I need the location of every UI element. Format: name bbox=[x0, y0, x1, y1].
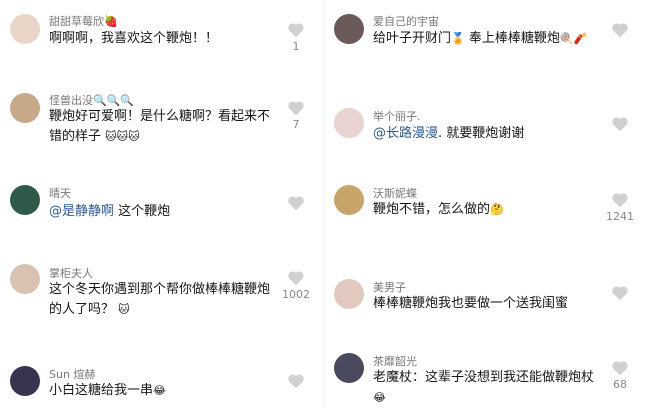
comment-username[interactable]: 甜甜草莓欣🍓 bbox=[49, 13, 118, 29]
emoji-sticker: 🤔 bbox=[490, 202, 504, 216]
like-button[interactable]: 1002 bbox=[281, 270, 311, 301]
emoji-sticker: 🐱🐱🐱 bbox=[105, 129, 140, 143]
comment-username[interactable]: 晴天 bbox=[49, 185, 71, 201]
like-button[interactable] bbox=[605, 285, 635, 303]
heart-outline-icon bbox=[288, 23, 304, 38]
comment-column-left: 甜甜草莓欣🍓 啊啊啊，我喜欢这个鞭炮！！ 1 怪兽出没🔍🔍🔍 鞭炮好可爱啊！是什… bbox=[0, 0, 323, 405]
emoji-sticker: 🐱 bbox=[118, 302, 130, 316]
avatar[interactable] bbox=[10, 185, 40, 215]
heart-outline-icon bbox=[612, 286, 628, 301]
heart-outline-icon bbox=[288, 374, 304, 389]
heart-outline-icon bbox=[288, 101, 304, 116]
emoji-sticker: 🍭🧨 bbox=[559, 31, 588, 45]
like-count: 1002 bbox=[282, 288, 310, 301]
avatar[interactable] bbox=[334, 185, 364, 215]
heart-outline-icon bbox=[288, 196, 304, 211]
avatar[interactable] bbox=[10, 366, 40, 396]
comment-username[interactable]: 茶靡韶光 bbox=[373, 353, 417, 369]
avatar[interactable] bbox=[10, 264, 40, 294]
emoji-sticker: 😂 bbox=[373, 390, 386, 404]
like-count: 7 bbox=[292, 118, 300, 131]
comment-username[interactable]: 爱自己的宇宙 bbox=[373, 13, 439, 29]
avatar[interactable] bbox=[334, 14, 364, 44]
comment-text: 小白这糖给我一串😂 bbox=[49, 383, 166, 398]
emoji-sticker: 🏅 bbox=[451, 31, 465, 45]
like-count: 68 bbox=[613, 378, 627, 391]
comment-username[interactable]: 沃斯妮蝶 bbox=[373, 185, 417, 201]
comment-text: 鞭炮不错，怎么做的🤔 bbox=[373, 202, 504, 217]
comment-username[interactable]: 美男子 bbox=[373, 279, 406, 295]
like-button[interactable]: 7 bbox=[281, 100, 311, 131]
like-button[interactable]: 68 bbox=[605, 360, 635, 391]
heart-outline-icon bbox=[612, 361, 628, 376]
comment-text: 老魔杖：这辈子没想到我还能做鞭炮杖 😂 bbox=[373, 370, 595, 404]
avatar[interactable] bbox=[334, 108, 364, 138]
comment-text: 这个冬天你遇到那个帮你做棒棒糖鞭炮的人了吗？ 🐱 bbox=[49, 282, 271, 317]
heart-outline-icon bbox=[288, 271, 304, 286]
comment-text: 给叶子开财门🏅 奉上棒棒糖鞭炮🍭🧨 bbox=[373, 31, 588, 46]
mention-link[interactable]: @是静静啊 bbox=[49, 204, 114, 219]
comment-text: @是静静啊 这个鞭炮 bbox=[49, 204, 171, 219]
like-button[interactable]: 1241 bbox=[605, 192, 635, 223]
like-count: 1241 bbox=[606, 210, 634, 223]
comment-text: 鞭炮好可爱啊！是什么糖啊？看起来不错的样子 🐱🐱🐱 bbox=[49, 109, 271, 144]
comment-username[interactable]: 怪兽出没🔍🔍🔍 bbox=[49, 92, 134, 108]
heart-outline-icon bbox=[612, 193, 628, 208]
heart-outline-icon bbox=[612, 23, 628, 38]
avatar[interactable] bbox=[10, 14, 40, 44]
comment-username[interactable]: 掌柜夫人 bbox=[49, 265, 93, 281]
avatar[interactable] bbox=[10, 93, 40, 123]
like-count: 1 bbox=[292, 40, 300, 53]
heart-outline-icon bbox=[612, 117, 628, 132]
comment-text: 棒棒糖鞭炮我也要做一个送我闺蜜 bbox=[373, 296, 569, 311]
mention-link[interactable]: @长路漫漫 bbox=[373, 126, 438, 141]
avatar[interactable] bbox=[334, 279, 364, 309]
comment-username[interactable]: Sun 煊赫 bbox=[49, 366, 95, 382]
comment-text: @长路漫漫. 就要鞭炮谢谢 bbox=[373, 126, 525, 141]
like-button[interactable]: 1 bbox=[281, 22, 311, 53]
emoji-sticker: 😂 bbox=[153, 383, 166, 397]
comment-username[interactable]: 举个丽子. bbox=[373, 108, 421, 124]
avatar[interactable] bbox=[334, 353, 364, 383]
comment-column-right: 爱自己的宇宙 给叶子开财门🏅 奉上棒棒糖鞭炮🍭🧨 举个丽子. @长路漫漫. 就要… bbox=[324, 0, 647, 405]
like-button[interactable] bbox=[605, 22, 635, 40]
like-button[interactable] bbox=[605, 116, 635, 134]
comment-text: 啊啊啊，我喜欢这个鞭炮！！ bbox=[49, 31, 219, 46]
like-button[interactable] bbox=[281, 195, 311, 213]
like-button[interactable] bbox=[281, 373, 311, 391]
